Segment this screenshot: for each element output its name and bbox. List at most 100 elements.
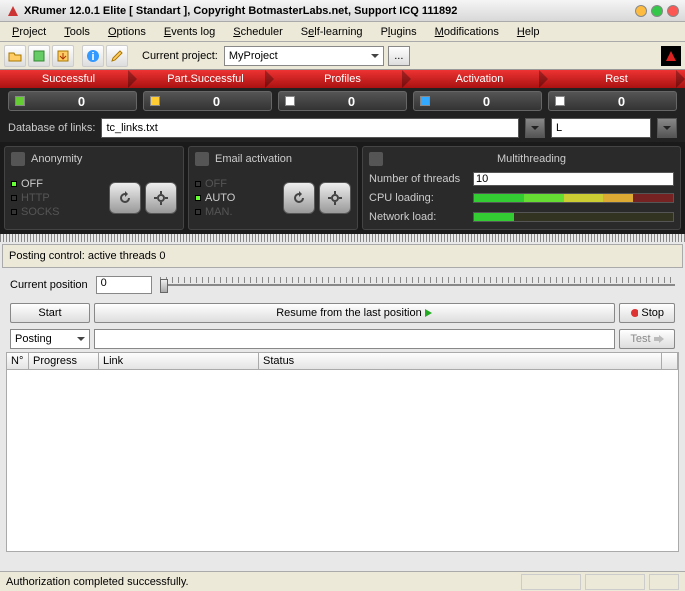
menu-project[interactable]: Project [4,24,54,40]
position-slider[interactable] [160,275,675,295]
mask-icon [11,152,25,166]
col-progress[interactable]: Progress [29,353,99,369]
square-icon [420,96,430,106]
email-opt-auto[interactable]: AUTO [195,192,235,204]
counter-part-successful: 0 [143,91,272,111]
toolbar-save-icon[interactable] [28,45,50,67]
toolbar-info-icon[interactable]: i [82,45,104,67]
current-project-value: MyProject [229,50,278,62]
resume-button[interactable]: Resume from the last position [94,303,615,323]
stop-icon [630,308,638,318]
anon-opt-socks[interactable]: SOCKS [11,206,60,218]
toolbar: i Current project: MyProject ... [0,42,685,70]
toolbar-edit-icon[interactable] [106,45,128,67]
play-icon [425,309,433,317]
slider-thumb[interactable] [160,279,168,293]
chevron-down-icon [371,52,379,60]
menu-help[interactable]: Help [509,24,548,40]
grid-header: N° Progress Link Status [6,352,679,370]
current-position-input[interactable]: 0 [96,276,152,294]
svg-text:i: i [91,51,94,63]
counter-activation: 0 [413,91,542,111]
col-num[interactable]: N° [7,353,29,369]
test-button[interactable]: Test [619,329,675,349]
ribbon-activation: Activation [411,70,548,88]
anon-settings-button[interactable] [145,182,177,214]
current-project-label: Current project: [142,50,218,62]
ribbon-profiles: Profiles [274,70,411,88]
anon-opt-http[interactable]: HTTP [11,192,60,204]
divider [0,234,685,242]
mode-select[interactable]: Posting [10,329,90,349]
close-button[interactable] [667,5,679,17]
arrow-right-icon [654,335,664,343]
status-seg-3 [649,574,679,590]
action-row-1: Start Resume from the last position Stop [0,300,685,326]
ribbon-rest: Rest [548,70,685,88]
chevron-down-icon [77,335,85,343]
minimize-button[interactable] [635,5,647,17]
counter-profiles: 0 [278,91,407,111]
maximize-button[interactable] [651,5,663,17]
email-opt-off[interactable]: OFF [195,178,235,190]
anon-refresh-button[interactable] [109,182,141,214]
menu-scheduler[interactable]: Scheduler [225,24,291,40]
email-opt-man[interactable]: MAN. [195,206,235,218]
doc-icon [369,152,383,166]
menu-options[interactable]: Options [100,24,154,40]
net-meter [473,212,674,222]
status-seg-2 [585,574,645,590]
email-refresh-button[interactable] [283,182,315,214]
anon-opt-off[interactable]: OFF [11,178,60,190]
menu-tools[interactable]: Tools [56,24,98,40]
square-icon [15,96,25,106]
database-label: Database of links: [8,122,95,134]
start-button[interactable]: Start [10,303,90,323]
toolbar-run-icon[interactable] [661,46,681,66]
col-status[interactable]: Status [259,353,662,369]
grid-body[interactable] [6,370,679,552]
action-row-2: Posting Test [0,326,685,352]
database-file-input[interactable]: tc_links.txt [101,118,519,138]
net-label: Network load: [369,211,469,223]
square-icon [555,96,565,106]
multithreading-panel: Multithreading Number of threads10 CPU l… [362,146,681,230]
envelope-icon [195,152,209,166]
ribbon-part-successful: Part.Successful [137,70,274,88]
ribbon-successful: Successful [0,70,137,88]
email-options: OFF AUTO MAN. [195,178,235,218]
mode-text-input[interactable] [94,329,615,349]
position-row: Current position 0 [0,270,685,300]
email-panel: Email activation OFF AUTO MAN. [188,146,358,230]
menu-plugins[interactable]: Plugins [373,24,425,40]
project-browse-button[interactable]: ... [388,46,410,66]
posting-control-bar: Posting control: active threads 0 [2,244,683,268]
counter-successful: 0 [8,91,137,111]
cpu-label: CPU loading: [369,192,469,204]
stop-button[interactable]: Stop [619,303,675,323]
counter-row: 0 0 0 0 0 [0,88,685,114]
status-seg-1 [521,574,581,590]
menu-events-log[interactable]: Events log [156,24,223,40]
toolbar-export-icon[interactable] [52,45,74,67]
menu-self-learning[interactable]: Self-learning [293,24,371,40]
menu-modifications[interactable]: Modifications [427,24,507,40]
col-scroll [662,353,678,369]
cpu-meter [473,193,674,203]
square-icon [150,96,160,106]
toolbar-open-icon[interactable] [4,45,26,67]
col-link[interactable]: Link [99,353,259,369]
database-mode-select[interactable]: L [551,118,651,138]
titlebar: XRumer 12.0.1 Elite [ Standart ], Copyri… [0,0,685,22]
window-title: XRumer 12.0.1 Elite [ Standart ], Copyri… [24,5,635,17]
database-mode-dropdown[interactable] [657,118,677,138]
current-project-select[interactable]: MyProject [224,46,384,66]
current-position-label: Current position [10,279,88,291]
menubar: Project Tools Options Events log Schedul… [0,22,685,42]
square-icon [285,96,295,106]
threads-input[interactable]: 10 [473,172,674,186]
stats-ribbon: Successful Part.Successful Profiles Acti… [0,70,685,88]
app-icon [6,4,20,18]
email-settings-button[interactable] [319,182,351,214]
database-file-dropdown[interactable] [525,118,545,138]
